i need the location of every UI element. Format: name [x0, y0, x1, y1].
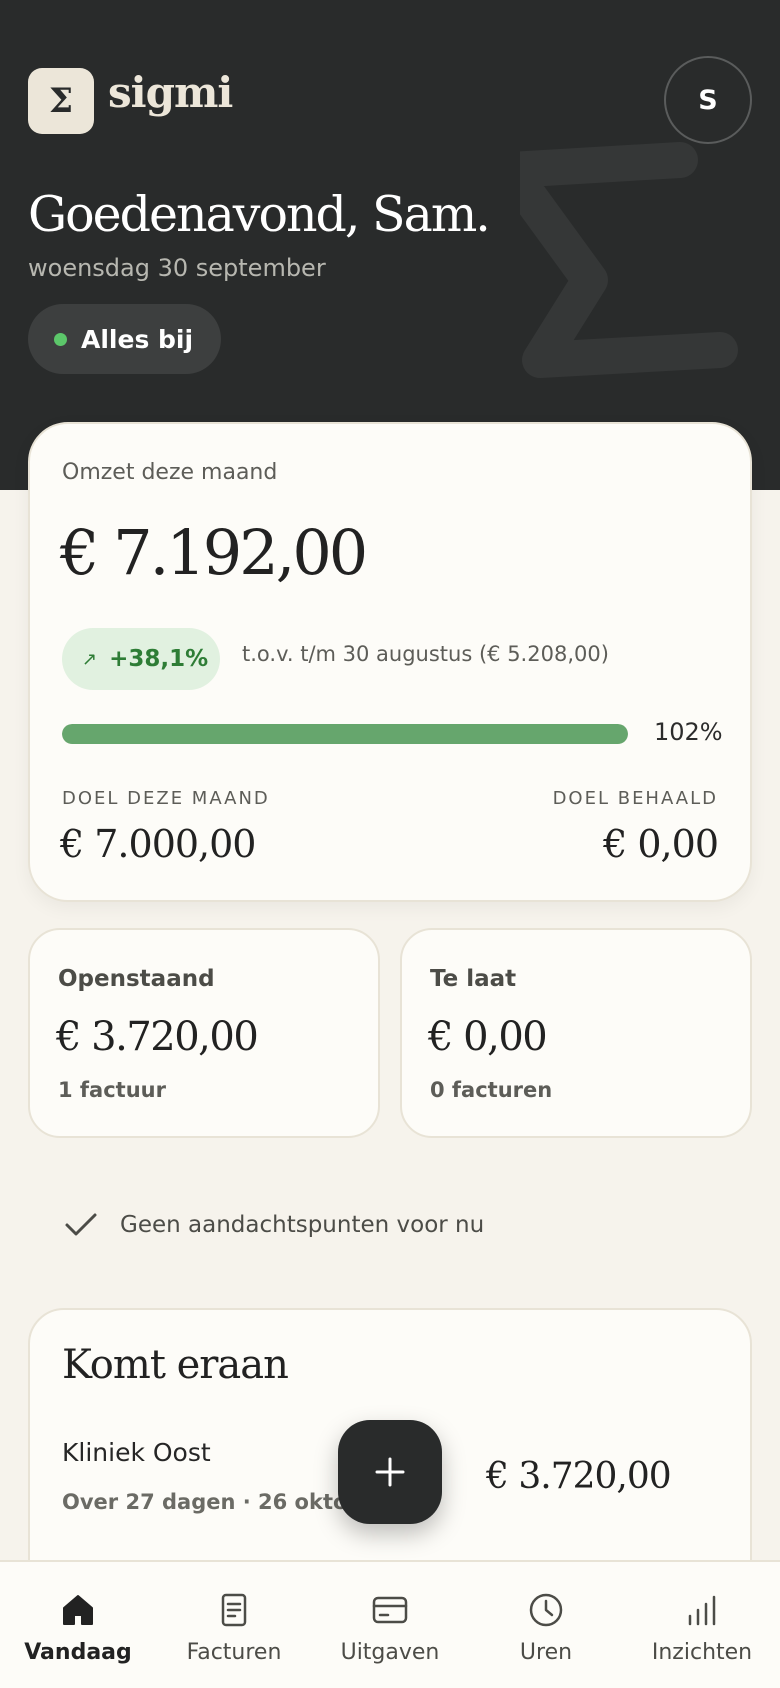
- bottom-nav: Vandaag Facturen Uitgaven Uren Inzichten: [0, 1560, 780, 1688]
- nav-item-vandaag[interactable]: Vandaag: [0, 1562, 156, 1688]
- progress-percent: 102%: [654, 718, 723, 746]
- add-button[interactable]: [338, 1420, 442, 1524]
- overdue-card[interactable]: Te laat € 0,00 0 facturen: [400, 928, 752, 1138]
- revenue-label: Omzet deze maand: [62, 460, 278, 485]
- invoice-icon: [221, 1593, 247, 1627]
- overdue-amount: € 0,00: [428, 1014, 548, 1060]
- overdue-title: Te laat: [430, 966, 517, 992]
- nav-label: Facturen: [186, 1640, 282, 1665]
- nav-item-uren[interactable]: Uren: [468, 1562, 624, 1688]
- sigma-watermark-icon: [520, 142, 738, 378]
- status-label: Alles bij: [81, 324, 194, 354]
- date-label: woensdag 30 september: [28, 254, 326, 282]
- avatar-initial: S: [698, 84, 718, 116]
- change-badge: ↗ +38,1%: [62, 628, 220, 690]
- nav-label: Vandaag: [24, 1640, 132, 1665]
- clock-icon: [529, 1593, 563, 1627]
- outstanding-title: Openstaand: [58, 966, 215, 992]
- goal-progress-bar: [62, 724, 628, 744]
- outstanding-amount: € 3.720,00: [56, 1014, 259, 1060]
- nav-label: Uren: [519, 1640, 573, 1665]
- bar-chart-icon: [688, 1595, 716, 1626]
- revenue-card[interactable]: Omzet deze maand € 7.192,00 ↗ +38,1% t.o…: [28, 422, 752, 902]
- goal-amount: € 7.000,00: [60, 822, 256, 866]
- achieved-amount: € 0,00: [603, 822, 719, 866]
- revenue-amount: € 7.192,00: [60, 516, 368, 589]
- attention-text: Geen aandachtspunten voor nu: [120, 1212, 485, 1238]
- attention-notice: Geen aandachtspunten voor nu: [62, 1206, 484, 1244]
- avatar[interactable]: S: [664, 56, 752, 144]
- header: Σ sigmi S Goedenavond, Sam. woensdag 30 …: [0, 0, 780, 490]
- achieved-label: DOEL BEHAALD: [552, 788, 718, 809]
- outstanding-card[interactable]: Openstaand € 3.720,00 1 factuur: [28, 928, 380, 1138]
- app-name: sigmi: [108, 68, 233, 117]
- home-icon: [63, 1595, 93, 1625]
- comparison-text: t.o.v. t/m 30 augustus (€ 5.208,00): [242, 642, 609, 666]
- overdue-count: 0 facturen: [430, 1078, 553, 1102]
- nav-item-inzichten[interactable]: Inzichten: [624, 1562, 780, 1688]
- nav-item-uitgaven[interactable]: Uitgaven: [312, 1562, 468, 1688]
- upcoming-client[interactable]: Kliniek Oost: [62, 1438, 211, 1467]
- nav-item-facturen[interactable]: Facturen: [156, 1562, 312, 1688]
- upcoming-title: Komt eraan: [62, 1342, 289, 1388]
- goal-progress-fill: [62, 724, 628, 744]
- upcoming-amount: € 3.720,00: [486, 1456, 672, 1497]
- card-icon: [372, 1596, 408, 1624]
- trend-up-icon: ↗: [82, 648, 98, 670]
- check-icon: [65, 1213, 97, 1236]
- logo-icon: Σ: [28, 68, 94, 134]
- greeting: Goedenavond, Sam.: [28, 186, 491, 243]
- nav-label: Inzichten: [651, 1640, 753, 1665]
- logo-symbol: Σ: [48, 81, 74, 121]
- plus-icon: [375, 1457, 405, 1487]
- status-badge[interactable]: Alles bij: [28, 304, 222, 374]
- goal-label: DOEL DEZE MAAND: [62, 788, 270, 809]
- outstanding-count: 1 factuur: [58, 1078, 166, 1102]
- status-dot-icon: [54, 332, 67, 346]
- nav-label: Uitgaven: [340, 1640, 440, 1665]
- change-value: +38,1%: [109, 646, 209, 672]
